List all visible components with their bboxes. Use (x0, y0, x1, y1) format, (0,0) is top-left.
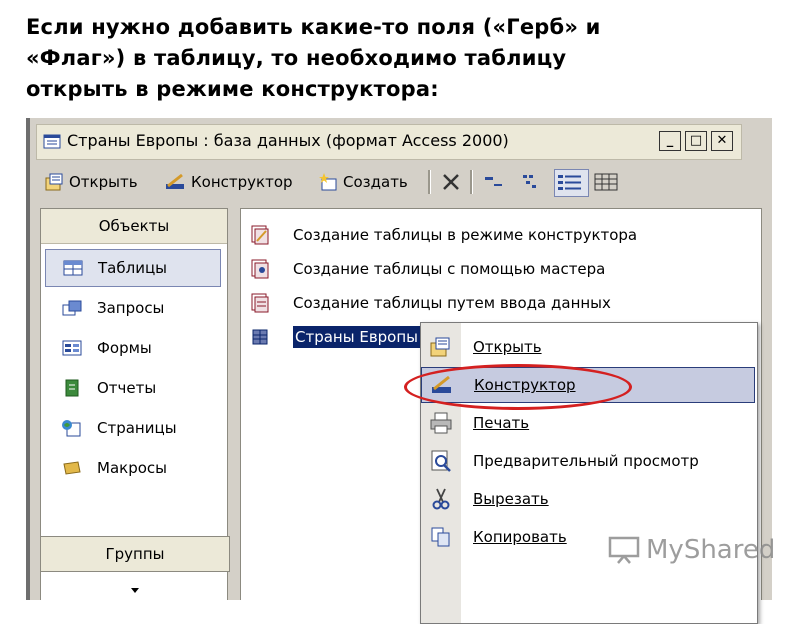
myshared-watermark: MyShared (608, 535, 775, 565)
toolbar-design-label: Конструктор (191, 173, 293, 191)
close-button[interactable]: ✕ (711, 131, 733, 151)
list-item-create-wizard[interactable]: Создание таблицы с помощью мастера (249, 255, 605, 283)
details-view-icon (594, 173, 618, 191)
toolbar-design-button[interactable]: Конструктор (164, 170, 293, 194)
context-menu-label: Открыть (473, 338, 542, 356)
print-icon (430, 412, 452, 434)
large-icons-icon (485, 177, 502, 186)
context-menu-preview[interactable]: Предварительный просмотр (421, 443, 755, 479)
table-icon (63, 260, 83, 276)
copy-icon (431, 527, 450, 547)
objects-item-forms[interactable]: Формы (45, 329, 221, 367)
watermark-text: MyShared (646, 535, 776, 565)
toolbar-create-button[interactable]: Создать (318, 170, 408, 194)
design-icon (166, 173, 184, 189)
objects-item-pages[interactable]: Страницы (45, 409, 221, 447)
objects-header[interactable]: Объекты (41, 209, 227, 244)
toolbar-delete-button[interactable] (440, 170, 465, 194)
table-icon (252, 329, 268, 345)
objects-item-label: Формы (97, 339, 152, 357)
objects-item-label: Отчеты (97, 379, 157, 397)
title-bar[interactable]: Страны Европы : база данных (формат Acce… (36, 124, 742, 160)
toolbar-list-view-button[interactable] (554, 169, 589, 197)
database-toolbar: Открыть Конструктор Создать (36, 164, 740, 200)
wizard-icon (251, 259, 269, 279)
open-icon (430, 337, 450, 357)
heading-line-2: «Флаг») в таблицу, то необходимо таблицу (26, 46, 567, 70)
context-menu-open[interactable]: Открыть (421, 329, 755, 365)
context-menu-label: Копировать (473, 528, 567, 546)
macro-icon (63, 461, 81, 475)
objects-item-macros[interactable]: Макросы (45, 449, 221, 487)
small-icons-icon (523, 175, 536, 188)
context-menu-label: Вырезать (473, 490, 549, 508)
database-icon (43, 134, 61, 149)
toolbar-separator (428, 170, 431, 194)
list-item-label: Создание таблицы путем ввода данных (293, 294, 611, 312)
toolbar-create-label: Создать (343, 173, 408, 191)
open-icon (45, 173, 63, 191)
objects-item-tables[interactable]: Таблицы (45, 249, 221, 287)
new-object-icon (319, 173, 337, 191)
slide-heading: Если нужно добавить какие-то поля («Герб… (26, 12, 786, 105)
list-item-label: Создание таблицы в режиме конструктора (293, 226, 638, 244)
context-menu-cut[interactable]: Вырезать (421, 481, 755, 517)
toolbar-open-label: Открыть (69, 173, 138, 191)
list-item-label: Страны Европы (291, 325, 422, 349)
objects-item-label: Макросы (97, 459, 167, 477)
objects-item-label: Страницы (97, 419, 177, 437)
list-item-table-europe[interactable]: Страны Европы (249, 323, 422, 351)
toolbar-separator (470, 170, 473, 194)
delete-icon (443, 174, 459, 190)
list-item-create-data-entry[interactable]: Создание таблицы путем ввода данных (249, 289, 611, 317)
toolbar-small-icons-button[interactable] (520, 170, 547, 194)
context-menu-label: Печать (473, 414, 530, 432)
list-item-create-design[interactable]: Создание таблицы в режиме конструктора (249, 221, 637, 249)
list-view-icon (558, 175, 581, 190)
objects-item-label: Таблицы (98, 259, 167, 277)
query-icon (62, 300, 82, 316)
objects-item-label: Запросы (97, 299, 165, 317)
toolbar-details-button[interactable] (592, 170, 623, 194)
toolbar-open-button[interactable]: Открыть (44, 170, 138, 194)
projector-screen-icon (608, 536, 640, 564)
design-wizard-icon (251, 225, 269, 245)
list-item-label: Создание таблицы с помощью мастера (293, 260, 606, 278)
context-menu-label: Предварительный просмотр (473, 452, 699, 470)
groups-header[interactable]: Группы (40, 536, 230, 572)
maximize-button[interactable]: □ (685, 131, 707, 151)
data-entry-icon (251, 293, 269, 313)
heading-line-3: открыть в режиме конструктора: (26, 77, 439, 101)
page-icon (62, 420, 81, 437)
minimize-button[interactable]: _ (659, 131, 681, 151)
report-icon (65, 379, 79, 397)
objects-item-reports[interactable]: Отчеты (45, 369, 221, 407)
chevron-down-icon[interactable] (129, 587, 141, 595)
form-icon (62, 340, 82, 356)
window-title: Страны Европы : база данных (формат Acce… (67, 131, 509, 150)
objects-item-queries[interactable]: Запросы (45, 289, 221, 327)
context-menu-print[interactable]: Печать (421, 405, 755, 441)
preview-icon (431, 450, 451, 472)
cut-icon (432, 488, 450, 510)
red-highlight-ellipse (404, 364, 632, 410)
toolbar-large-icons-button[interactable] (482, 170, 509, 194)
heading-line-1: Если нужно добавить какие-то поля («Герб… (26, 15, 601, 39)
